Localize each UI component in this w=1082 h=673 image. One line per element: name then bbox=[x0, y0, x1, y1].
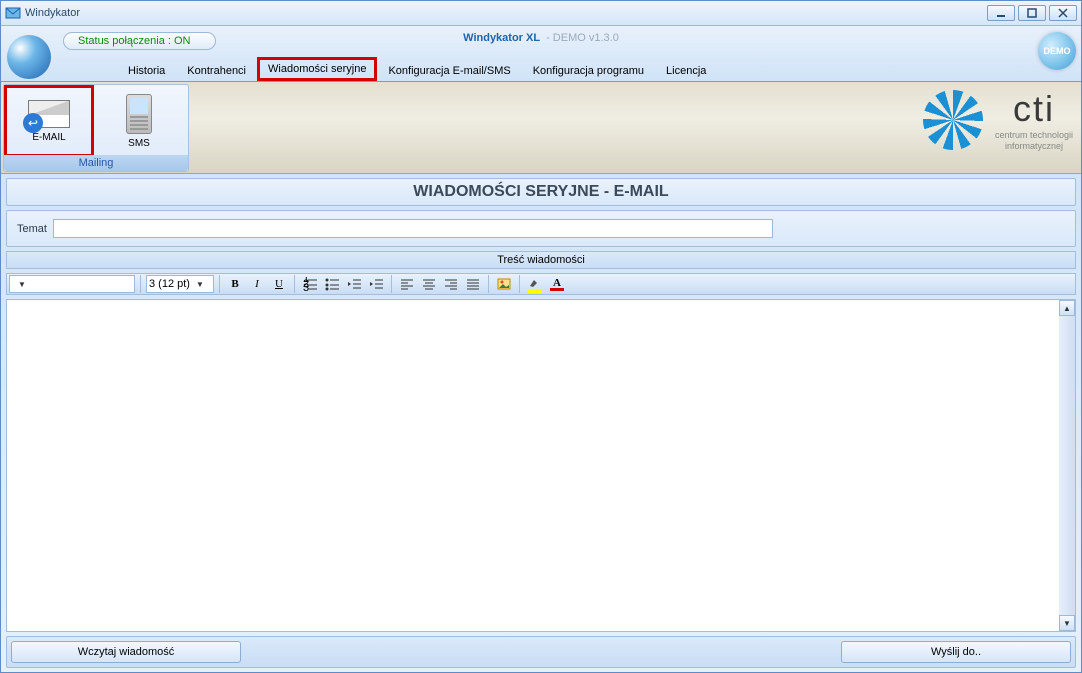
font-family-dropdown[interactable]: ▼ bbox=[9, 275, 135, 293]
align-left-button[interactable] bbox=[397, 275, 417, 293]
align-justify-button[interactable] bbox=[463, 275, 483, 293]
header: Status połączenia : ON Windykator XL - D… bbox=[1, 26, 1081, 82]
ribbon-pane: ↩ E-MAIL SMS Mailing cti centrum technol… bbox=[1, 82, 1081, 174]
insert-image-button[interactable] bbox=[494, 275, 514, 293]
brand-sub1: centrum technologii bbox=[995, 130, 1073, 141]
app-version: - DEMO v1.3.0 bbox=[546, 32, 619, 44]
underline-button[interactable]: U bbox=[269, 275, 289, 293]
close-button[interactable] bbox=[1049, 5, 1077, 21]
bold-button[interactable]: B bbox=[225, 275, 245, 293]
phone-icon bbox=[126, 94, 152, 134]
separator bbox=[294, 275, 295, 293]
demo-badge: DEMO bbox=[1038, 32, 1076, 70]
ribbon-tabs: Historia Kontrahenci Wiadomości seryjne … bbox=[117, 59, 717, 81]
vertical-scrollbar[interactable]: ▲ ▼ bbox=[1059, 300, 1075, 631]
app-name: Windykator XL bbox=[463, 32, 540, 44]
ordered-list-button[interactable]: 123 bbox=[300, 275, 320, 293]
connection-status: Status połączenia : ON bbox=[63, 32, 216, 50]
editor-wrap: ▲ ▼ bbox=[6, 299, 1076, 632]
highlight-color-button[interactable] bbox=[525, 275, 545, 293]
subject-panel: Temat bbox=[6, 210, 1076, 247]
page-title-panel: WIADOMOŚCI SERYJNE - E-MAIL bbox=[6, 178, 1076, 206]
separator bbox=[519, 275, 520, 293]
envelope-icon: ↩ bbox=[28, 100, 70, 128]
tab-konfiguracja-email-sms[interactable]: Konfiguracja E-mail/SMS bbox=[377, 59, 521, 81]
status-text: Status połączenia : ON bbox=[78, 35, 191, 47]
ribbon-sms-button[interactable]: SMS bbox=[94, 85, 184, 157]
body-label: Treść wiadomości bbox=[6, 251, 1076, 269]
minimize-button[interactable] bbox=[987, 5, 1015, 21]
ribbon-email-button[interactable]: ↩ E-MAIL bbox=[4, 85, 94, 157]
tab-kontrahenci[interactable]: Kontrahenci bbox=[176, 59, 257, 81]
scroll-up-button[interactable]: ▲ bbox=[1059, 300, 1075, 316]
ribbon-group-label: Mailing bbox=[4, 155, 188, 171]
chevron-down-icon: ▼ bbox=[18, 280, 26, 289]
tab-konfiguracja-programu[interactable]: Konfiguracja programu bbox=[522, 59, 655, 81]
ribbon-email-label: E-MAIL bbox=[32, 132, 65, 143]
separator bbox=[140, 275, 141, 293]
indent-button[interactable] bbox=[366, 275, 386, 293]
scroll-down-button[interactable]: ▼ bbox=[1059, 615, 1075, 631]
globe-icon bbox=[7, 35, 51, 79]
page-title: WIADOMOŚCI SERYJNE - E-MAIL bbox=[7, 179, 1075, 205]
app-icon bbox=[5, 5, 21, 21]
tab-wiadomosci-seryjne[interactable]: Wiadomości seryjne bbox=[257, 57, 377, 81]
subject-label: Temat bbox=[17, 223, 47, 235]
align-right-button[interactable] bbox=[441, 275, 461, 293]
svg-text:3: 3 bbox=[303, 282, 309, 291]
font-color-button[interactable]: A bbox=[547, 275, 567, 293]
ribbon-group-mailing: ↩ E-MAIL SMS Mailing bbox=[3, 84, 189, 172]
app-title: Windykator XL - DEMO v1.3.0 bbox=[463, 32, 619, 44]
separator bbox=[391, 275, 392, 293]
font-size-value: 3 (12 pt) bbox=[149, 278, 190, 290]
brand-sub2: informatycznej bbox=[1005, 141, 1063, 152]
tab-licencja[interactable]: Licencja bbox=[655, 59, 717, 81]
editor-toolbar: ▼ 3 (12 pt) ▼ B I U 123 A bbox=[6, 273, 1076, 295]
outdent-button[interactable] bbox=[344, 275, 364, 293]
subject-input[interactable] bbox=[53, 219, 773, 238]
send-to-button[interactable]: Wyślij do.. bbox=[841, 641, 1071, 663]
content-area: WIADOMOŚCI SERYJNE - E-MAIL Temat Treść … bbox=[1, 174, 1081, 672]
tab-historia[interactable]: Historia bbox=[117, 59, 176, 81]
maximize-button[interactable] bbox=[1018, 5, 1046, 21]
bottom-bar: Wczytaj wiadomość Wyślij do.. bbox=[6, 636, 1076, 668]
load-message-button[interactable]: Wczytaj wiadomość bbox=[11, 641, 241, 663]
ribbon-sms-label: SMS bbox=[128, 138, 150, 149]
unordered-list-button[interactable] bbox=[322, 275, 342, 293]
align-center-button[interactable] bbox=[419, 275, 439, 293]
separator bbox=[219, 275, 220, 293]
swirl-icon bbox=[923, 90, 983, 150]
italic-button[interactable]: I bbox=[247, 275, 267, 293]
font-color-letter: A bbox=[553, 278, 561, 288]
titlebar: Windykator bbox=[1, 1, 1081, 26]
brand-logo: cti centrum technologii informatycznej bbox=[923, 88, 1073, 152]
window-title: Windykator bbox=[25, 7, 80, 19]
font-size-dropdown[interactable]: 3 (12 pt) ▼ bbox=[146, 275, 214, 293]
message-body-editor[interactable] bbox=[7, 300, 1059, 631]
separator bbox=[488, 275, 489, 293]
chevron-down-icon: ▼ bbox=[196, 280, 204, 289]
brand-name: cti bbox=[1013, 88, 1055, 130]
